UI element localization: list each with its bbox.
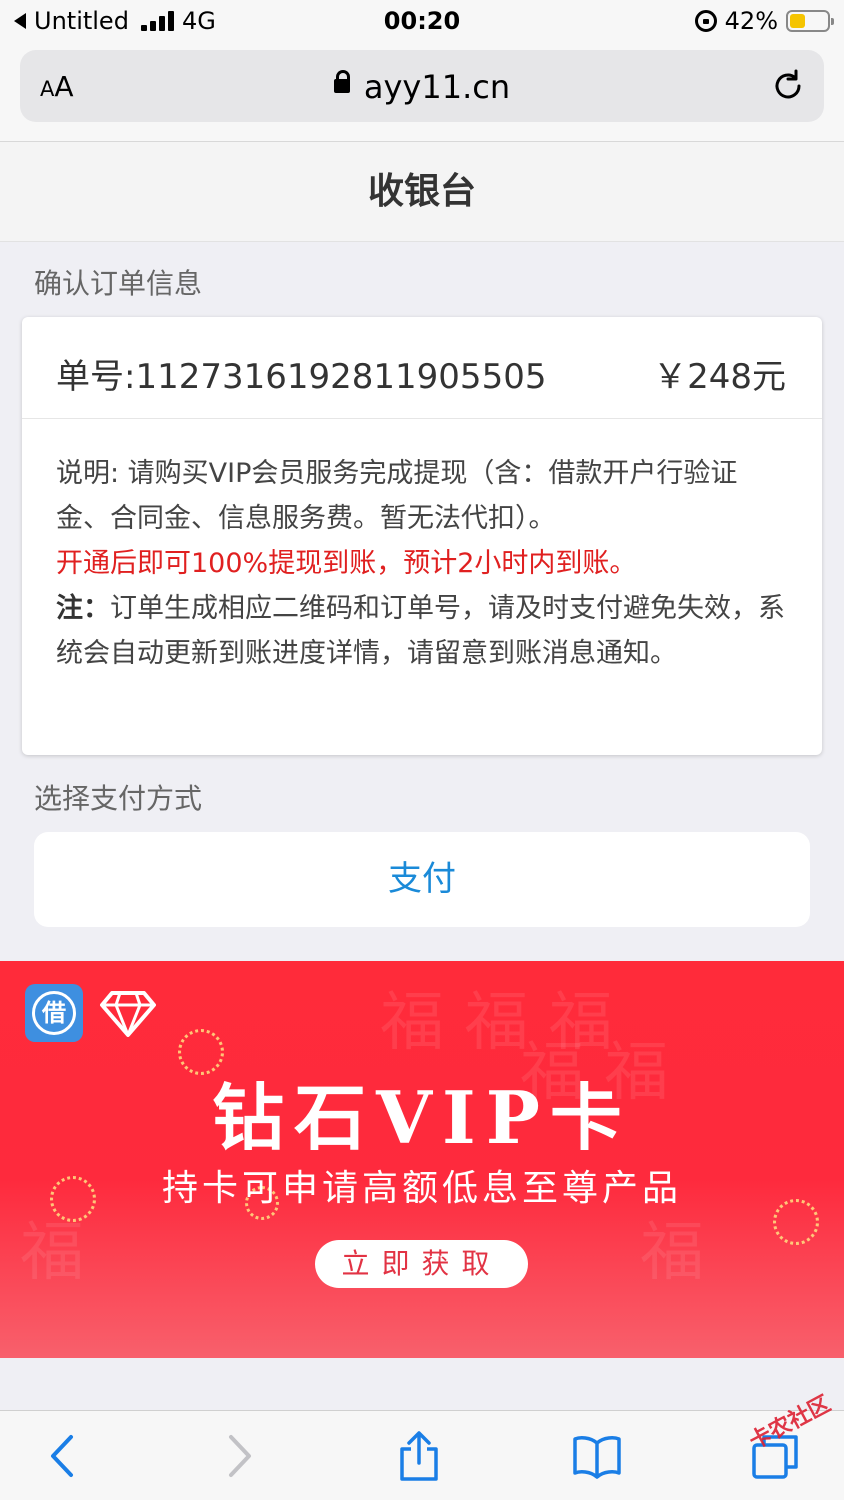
back-icon[interactable]	[38, 1431, 88, 1481]
payment-section-label: 选择支付方式	[34, 782, 203, 815]
bookmarks-icon[interactable]	[572, 1431, 622, 1481]
banner-title: 钻石VIP卡	[212, 1075, 632, 1160]
note: 注：订单生成相应二维码和订单号，请及时支付避免失效，系统会自动更新到账进度详情，…	[56, 586, 788, 676]
page-title: 收银台	[0, 142, 844, 242]
description-highlight: 开通后即可100%提现到账，预计2小时内到账。	[56, 548, 637, 579]
note-label: 注：	[56, 593, 110, 624]
rotation-lock-icon	[694, 10, 717, 32]
lock-icon	[333, 70, 350, 93]
order-price: ￥248元	[653, 357, 786, 397]
pay-button[interactable]: 支付	[34, 832, 810, 927]
url-display[interactable]: ayy11.cn	[20, 68, 824, 106]
description-text: 说明: 请购买VIP会员服务完成提现（含：借款开户行验证金、合同金、信息服务费。…	[56, 458, 738, 534]
browser-address-area: AA ayy11.cn	[0, 42, 844, 142]
order-number: 单号:1127316192811905505	[56, 357, 547, 397]
battery-icon	[786, 10, 834, 32]
jie-logo-icon: 借	[25, 984, 83, 1042]
status-bar: Untitled 4G 00:20 42%	[0, 0, 844, 42]
get-now-button[interactable]: 立即获取	[315, 1240, 528, 1288]
banner-subtitle: 持卡可申请高额低息至尊产品	[161, 1168, 682, 1209]
url-text: ayy11.cn	[363, 68, 511, 106]
share-icon[interactable]	[394, 1431, 444, 1481]
vip-banner[interactable]: 福 福 福 福 福 福 福 借 钻石VIP卡 持卡可申请高额低息至尊产品 立即获…	[0, 961, 844, 1358]
banner-bg-pattern: 福	[640, 1216, 704, 1290]
battery-percent: 42%	[724, 7, 778, 35]
logo-char: 借	[32, 991, 76, 1035]
browser-toolbar	[0, 1410, 844, 1500]
note-text: 订单生成相应二维码和订单号，请及时支付避免失效，系统会自动更新到账进度详情，请留…	[56, 593, 785, 669]
reload-icon[interactable]	[770, 68, 806, 104]
forward-icon[interactable]	[214, 1431, 264, 1481]
order-description: 说明: 请购买VIP会员服务完成提现（含：借款开户行验证金、合同金、信息服务费。…	[22, 419, 822, 676]
order-card: 单号:1127316192811905505 ￥248元 说明: 请购买VIP会…	[22, 317, 822, 755]
diamond-icon	[100, 991, 156, 1037]
order-section-label: 确认订单信息	[34, 267, 203, 300]
address-bar[interactable]: AA ayy11.cn	[20, 50, 824, 122]
order-summary: 单号:1127316192811905505 ￥248元	[22, 317, 822, 419]
